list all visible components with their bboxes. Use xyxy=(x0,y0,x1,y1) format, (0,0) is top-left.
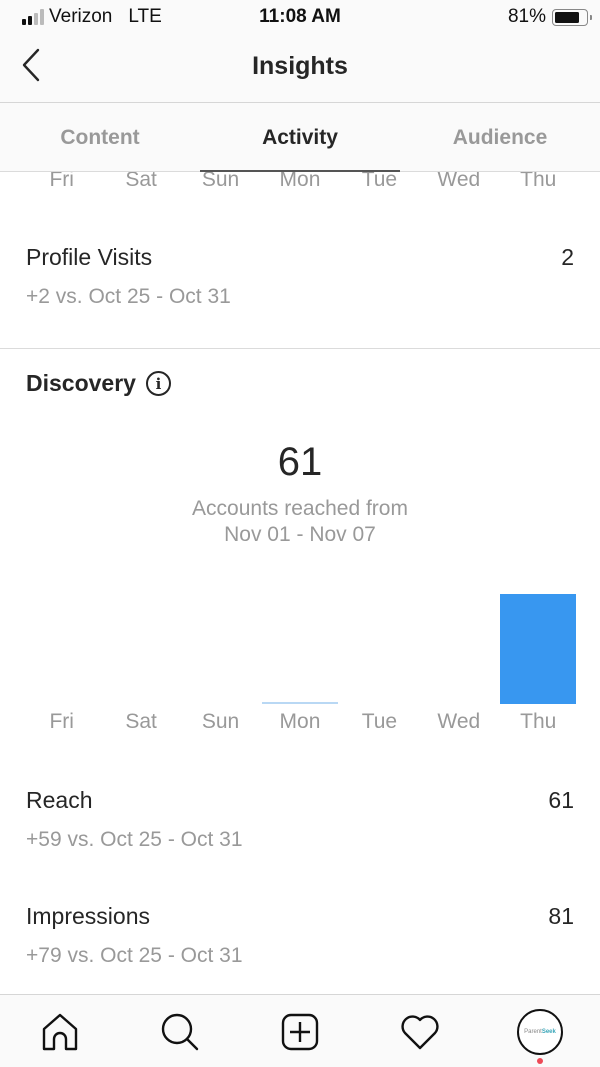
battery-percent: 81% xyxy=(507,6,546,27)
battery-icon xyxy=(552,8,592,26)
day-label: Thu xyxy=(520,172,557,191)
day-label: Sun xyxy=(201,172,240,191)
chart-x-label: Mon xyxy=(279,710,321,733)
tabbar-search[interactable] xyxy=(120,995,240,1067)
tab-content[interactable]: Content xyxy=(0,103,200,171)
chart-x-label: Tue xyxy=(361,710,398,733)
chevron-left-icon xyxy=(22,48,40,82)
discovery-bar-chart xyxy=(22,580,578,704)
bottom-tab-bar: ParentSeek xyxy=(0,994,600,1067)
nav-header: Insights xyxy=(0,34,600,103)
reach-metric: Reach 61 +59 vs. Oct 25 - Oct 31 xyxy=(26,787,574,852)
chart-x-label: Fri xyxy=(49,710,74,733)
battery-fill xyxy=(555,11,580,23)
avatar: ParentSeek xyxy=(517,1008,563,1055)
avatar-text-part: Seek xyxy=(541,1028,556,1035)
accounts-reached-count: 61 xyxy=(277,440,323,484)
status-bar: Verizon LTE 11:08 AM 81% xyxy=(0,0,600,34)
chart-x-axis-labels: Fri Sat Sun Mon Tue Wed Thu xyxy=(22,710,578,734)
day-label: Tue xyxy=(361,172,398,191)
day-label: Wed xyxy=(437,172,481,191)
chart-x-label: Thu xyxy=(520,710,557,733)
page-title: Insights xyxy=(252,52,348,80)
caption-line: Accounts reached from xyxy=(192,497,408,520)
chart-bar-mon[interactable] xyxy=(262,702,338,704)
chart-bar-thu[interactable] xyxy=(500,594,577,704)
home-icon xyxy=(42,1013,78,1050)
search-icon xyxy=(161,1013,199,1050)
metric-comparison: +2 vs. Oct 25 - Oct 31 xyxy=(26,285,231,308)
heart-icon xyxy=(401,1014,439,1049)
metric-comparison: +59 vs. Oct 25 - Oct 31 xyxy=(26,828,243,851)
accounts-reached-caption: Accounts reached from Nov 01 - Nov 07 xyxy=(0,496,600,548)
tabbar-new-post[interactable] xyxy=(240,995,360,1067)
info-icon[interactable]: i xyxy=(145,371,171,396)
metric-label: Profile Visits xyxy=(26,244,153,270)
metric-value: 81 xyxy=(548,903,574,929)
metric-label: Impressions xyxy=(26,903,150,929)
discovery-heading: Discovery i xyxy=(26,370,171,397)
impressions-metric: Impressions 81 +79 vs. Oct 25 - Oct 31 xyxy=(26,903,574,968)
insights-content[interactable]: Fri Sat Sun Mon Tue Wed Thu Profile Visi… xyxy=(0,172,600,994)
chart-x-label: Wed xyxy=(437,710,481,733)
caption-range: Nov 01 - Nov 07 xyxy=(224,523,376,546)
plus-square-icon xyxy=(281,1013,319,1050)
metric-label: Reach xyxy=(26,787,93,813)
avatar-text-part: Parent xyxy=(524,1028,542,1035)
day-label: Sat xyxy=(125,172,157,191)
day-label: Mon xyxy=(279,172,321,191)
tabbar-profile[interactable]: ParentSeek xyxy=(480,995,600,1067)
section-divider xyxy=(0,348,600,349)
status-right: 81% xyxy=(507,6,592,28)
metric-value: 61 xyxy=(548,787,574,813)
day-label: Fri xyxy=(49,172,74,191)
tab-activity[interactable]: Activity xyxy=(200,103,400,172)
previous-chart-day-labels: Fri Sat Sun Mon Tue Wed Thu xyxy=(22,172,578,192)
metric-comparison: +79 vs. Oct 25 - Oct 31 xyxy=(26,944,243,967)
tabbar-home[interactable] xyxy=(0,995,120,1067)
chart-x-label: Sat xyxy=(125,710,157,733)
section-title: Discovery xyxy=(26,370,136,396)
chart-x-label: Sun xyxy=(201,710,240,733)
notification-dot xyxy=(537,1058,543,1064)
avatar-text: ParentSeek xyxy=(524,1029,556,1035)
profile-visits-metric: Profile Visits 2 +2 vs. Oct 25 - Oct 31 xyxy=(26,244,574,309)
metric-value: 2 xyxy=(561,244,574,270)
insights-tabs: Content Activity Audience xyxy=(0,103,600,172)
tabbar-activity[interactable] xyxy=(360,995,480,1067)
tab-audience[interactable]: Audience xyxy=(400,103,600,171)
back-button[interactable] xyxy=(18,46,48,84)
